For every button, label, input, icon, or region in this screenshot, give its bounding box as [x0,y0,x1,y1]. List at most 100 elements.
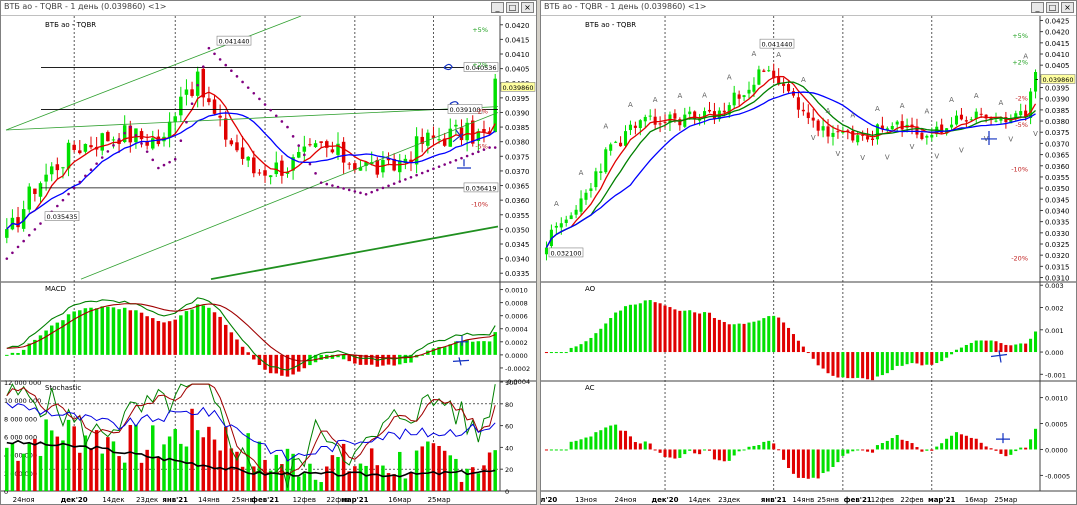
candle-body [806,112,810,119]
parabolic-sar-dot [297,144,301,147]
ac-histogram-bar [875,445,879,450]
candle-body [811,117,815,121]
macd-histogram-bar [347,354,351,362]
candle-body [398,160,402,173]
ao-histogram-bar [974,340,978,353]
volume-bar [459,481,464,491]
volume-bar [347,471,351,491]
indicator-tick-label: -0.0002 [505,365,530,373]
ao-histogram-bar [614,312,618,353]
chart-window-right[interactable]: ВТБ ао - TQBR - 1 день (0.039860) <1> _ … [540,0,1077,505]
close-button[interactable]: × [521,2,534,13]
candle-body [900,121,904,130]
macd-histogram-bar [66,314,71,355]
parabolic-sar-dot [471,152,475,156]
ac-histogram-bar [569,441,573,450]
macd-histogram-bar [117,309,121,355]
macd-histogram-bar [21,349,26,355]
candle-body [313,143,318,148]
parabolic-sar-dot [246,86,250,89]
parabolic-sar-dot [488,146,491,149]
price-tick-label: 0.0345 [505,241,530,249]
ac-histogram-bar [925,449,929,451]
chart-window-left[interactable]: ВТБ ао - TQBR - 1 день (0.039860) <1> _ … [0,0,537,505]
indicator-tick-label: 0.002 [1045,305,1064,313]
ao-histogram-bar [851,352,855,379]
parabolic-sar-dot [224,63,228,67]
ac-histogram-bar [722,449,726,462]
macd-histogram-bar [94,308,99,355]
date-label: мар'21 [341,496,368,504]
macd-histogram-bar [179,315,183,355]
parabolic-sar-dot [460,156,463,160]
parabolic-sar-dot [392,182,396,185]
volume-bar [470,467,475,491]
window-titlebar[interactable]: ВТБ ао - TQBR - 1 день (0.039860) <1> _ … [541,1,1076,16]
ao-histogram-bar [693,312,697,353]
parabolic-sar-dot [140,142,143,145]
ac-histogram-bar [959,434,963,450]
window-titlebar[interactable]: ВТБ ао - TQBR - 1 день (0.039860) <1> _ … [1,1,536,16]
candle-body [673,113,677,119]
minimize-button[interactable]: _ [1031,2,1044,13]
date-label: 14дек [102,496,124,504]
volume-bar [426,441,430,491]
ao-histogram-bar [707,312,712,353]
ao-histogram-bar [584,341,588,353]
pane-background [542,16,1075,282]
ao-histogram-bar [816,352,820,366]
volume-bar [302,473,307,491]
price-tick-label: 0.0335 [1045,219,1070,227]
candle-body [145,141,149,146]
volume-bar [179,443,183,491]
candle-body [638,120,642,129]
candle-body [609,144,613,151]
candle-body [767,70,771,72]
chart-left[interactable]: 0.04200.04150.04100.04050.04000.03950.03… [1,16,536,504]
date-label: 12фев [293,496,316,504]
candle-body [623,131,628,146]
ac-histogram-bar [777,449,781,451]
volume-bar [117,456,121,491]
ac-histogram-bar [668,449,672,458]
macd-histogram-bar [207,307,211,355]
candle-body [437,139,441,141]
fractal-up-marker: A [850,112,855,120]
candle-body [235,142,239,151]
maximize-button[interactable]: □ [1046,2,1059,13]
candle-body [454,124,458,127]
macd-histogram-bar [240,346,245,355]
ac-histogram-bar [816,449,820,479]
macd-histogram-bar [392,354,396,366]
ac-histogram-bar [559,449,563,451]
volume-bar [319,482,323,491]
maximize-button[interactable]: □ [506,2,519,13]
parabolic-sar-dot [274,114,278,118]
price-tick-label: 0.0370 [1045,140,1070,148]
parabolic-sar-dot [213,52,216,56]
candle-body [100,133,104,151]
volume-bar [218,450,222,491]
date-label: 14дек [688,496,710,504]
ac-histogram-bar [628,436,632,450]
chart-right[interactable]: 0.04250.04200.04150.04100.04050.04000.03… [541,16,1076,504]
parabolic-sar-dot [218,58,222,61]
minimize-button[interactable]: _ [491,2,504,13]
macd-histogram-bar [341,354,346,360]
candle-body [801,109,805,112]
date-label: янв'21 [761,496,787,504]
date-label: 14янв [198,496,220,504]
parabolic-sar-dot [241,80,244,84]
fractal-up-marker: A [949,96,954,104]
volume-bar [61,440,65,491]
ac-histogram-bar [831,449,835,467]
close-button[interactable]: × [1061,2,1074,13]
volume-bar [476,473,481,491]
price-tick-label: 0.0340 [1045,207,1070,215]
ac-histogram-bar [979,442,983,450]
ac-histogram-bar [806,449,810,479]
ao-histogram-bar [609,318,613,353]
date-label: мар'21 [928,496,955,504]
candle-body [179,96,183,116]
macd-histogram-bar [223,324,228,355]
